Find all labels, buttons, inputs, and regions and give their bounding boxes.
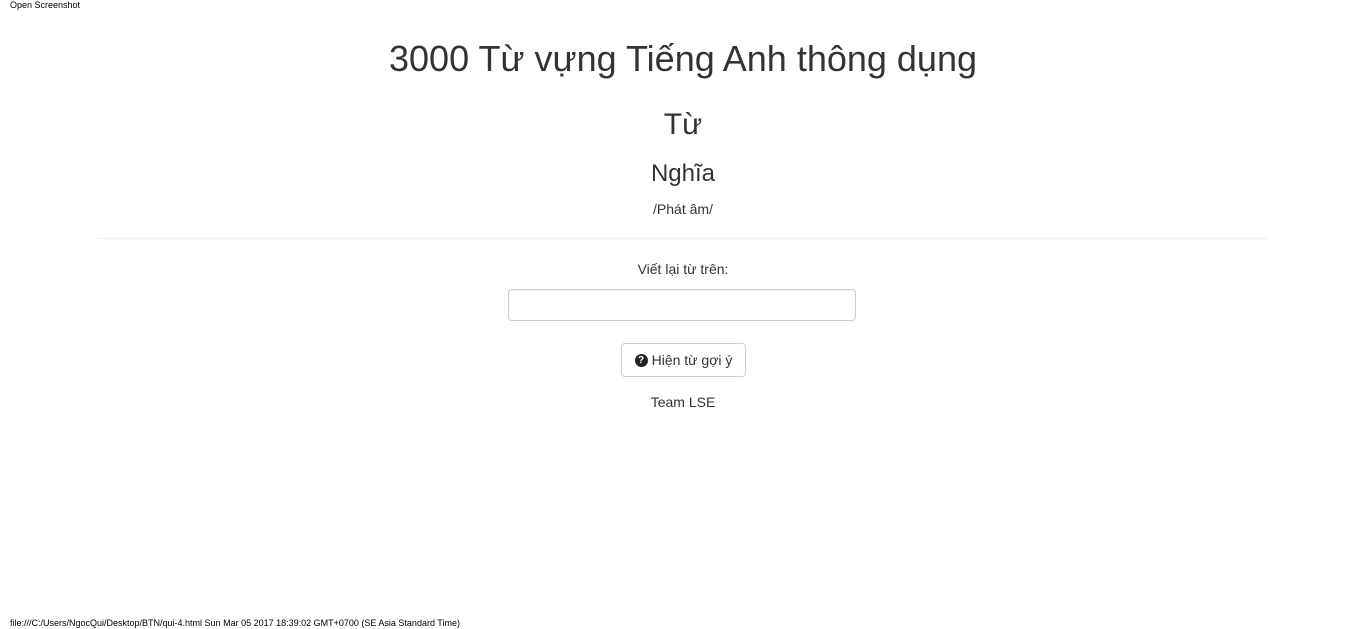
rewrite-label: Viết lại từ trên: xyxy=(637,261,729,277)
pronunciation-text: /Phát âm/ xyxy=(653,201,713,217)
page-title: 3000 Từ vựng Tiếng Anh thông dụng xyxy=(389,38,977,79)
word-heading: Từ xyxy=(663,108,703,141)
page: Open Screenshot 3000 Từ vựng Tiếng Anh t… xyxy=(0,0,1366,629)
meaning-heading: Nghĩa xyxy=(650,160,716,187)
show-hint-button[interactable]: ? Hiện từ gợi ý xyxy=(621,343,746,377)
show-hint-label: Hiện từ gợi ý xyxy=(651,352,733,368)
print-header: Open Screenshot xyxy=(10,0,81,10)
team-credit: Team LSE xyxy=(650,394,716,410)
divider xyxy=(97,238,1268,239)
rewrite-input[interactable] xyxy=(508,289,856,321)
print-footer: file:///C:/Users/NgocQui/Desktop/BTN/qui… xyxy=(10,618,460,628)
question-circle-icon: ? xyxy=(634,353,648,367)
